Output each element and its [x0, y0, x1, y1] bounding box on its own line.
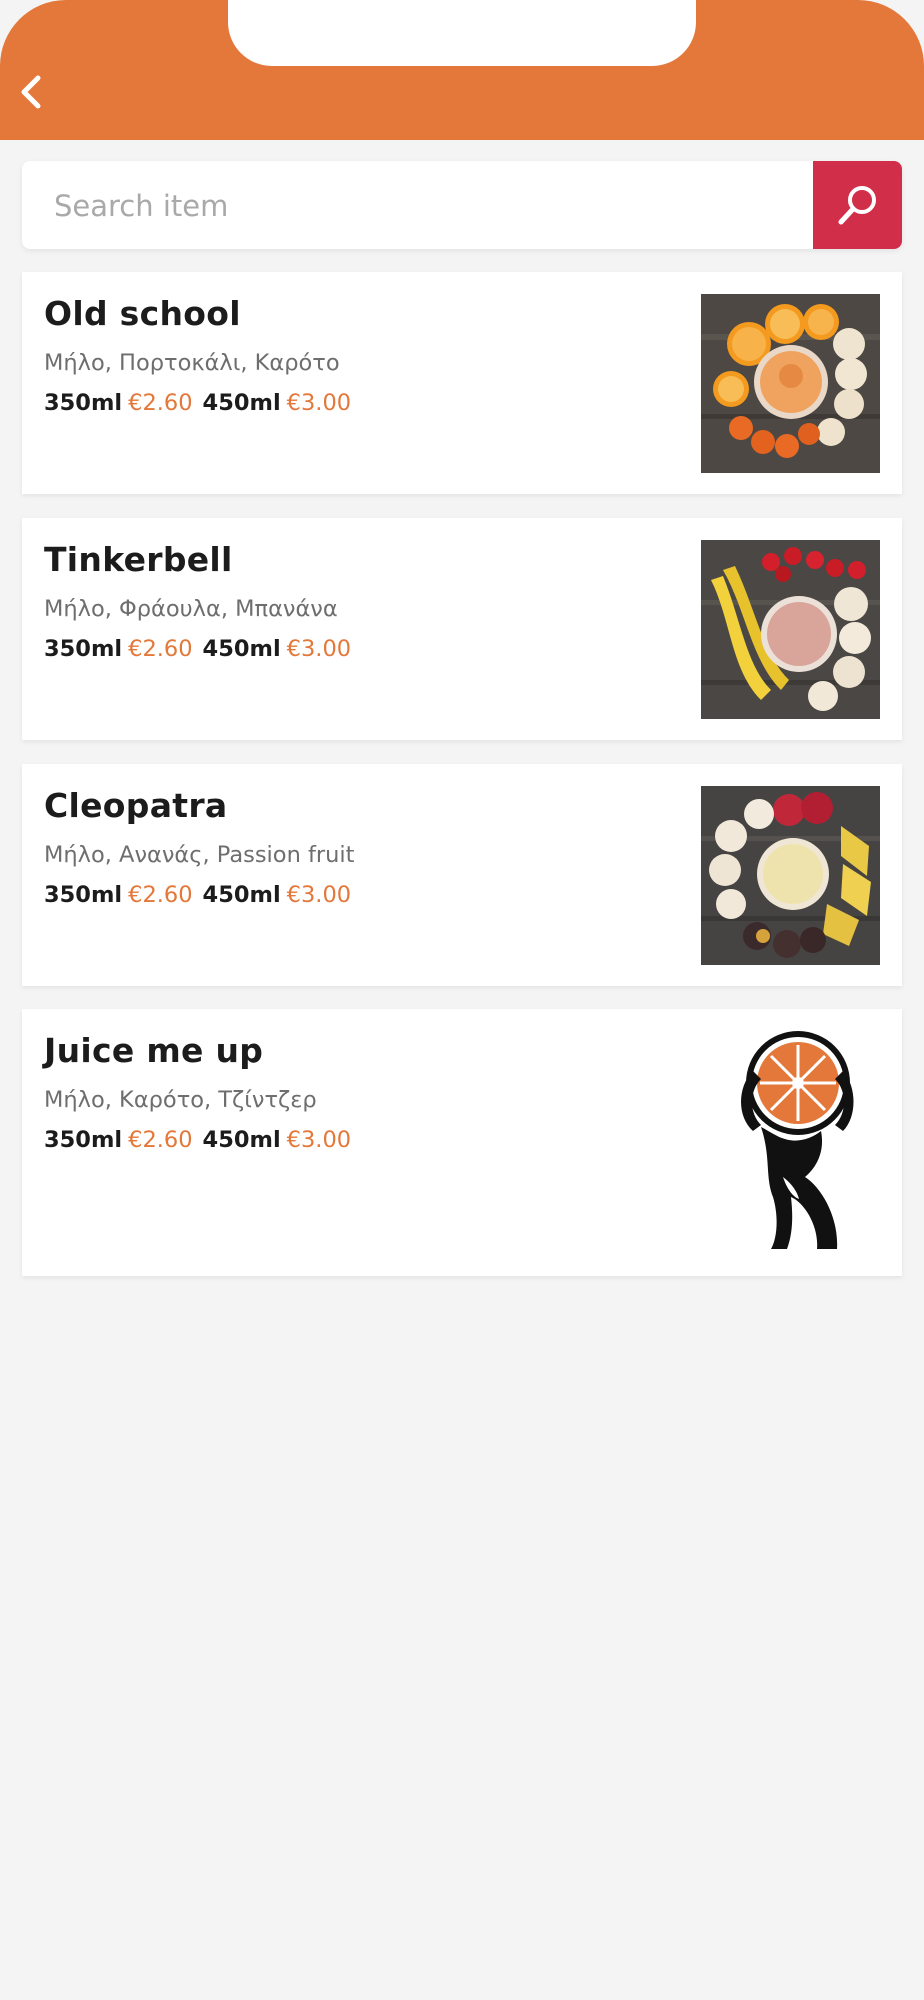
product-name: Tinkerbell	[44, 540, 233, 579]
magnifier-icon	[838, 186, 876, 225]
back-button[interactable]	[14, 72, 48, 112]
search-button[interactable]	[813, 161, 902, 249]
app-header	[0, 0, 924, 140]
size-price: €2.60	[128, 390, 193, 416]
size-price: €3.00	[286, 636, 352, 662]
search-input[interactable]	[52, 161, 826, 251]
size-label: 450ml	[202, 1127, 281, 1153]
size-label: 350ml	[44, 390, 123, 416]
product-card-old-school[interactable]: Old school Μήλο, Πορτοκάλι, Καρότο 350ml…	[22, 272, 902, 494]
size-label: 350ml	[44, 882, 123, 908]
product-ingredients: Μήλο, Φράουλα, Μπανάνα	[44, 596, 338, 622]
product-ingredients: Μήλο, Ανανάς, Passion fruit	[44, 842, 355, 868]
size-price: €3.00	[286, 1127, 352, 1153]
search-bar	[22, 161, 902, 251]
brand-logo	[701, 1027, 880, 1257]
size-price: €2.60	[128, 882, 193, 908]
product-name: Juice me up	[44, 1031, 264, 1070]
size-label: 350ml	[44, 1127, 123, 1153]
product-prices: 350ml €2.60 450ml €3.00	[44, 636, 361, 662]
size-price: €2.60	[128, 1127, 193, 1153]
product-prices: 350ml €2.60 450ml €3.00	[44, 390, 361, 416]
size-label: 350ml	[44, 636, 123, 662]
product-prices: 350ml €2.60 450ml €3.00	[44, 1127, 361, 1153]
product-image	[701, 294, 880, 473]
product-name: Cleopatra	[44, 786, 228, 825]
product-ingredients: Μήλο, Πορτοκάλι, Καρότο	[44, 350, 340, 376]
product-card-tinkerbell[interactable]: Tinkerbell Μήλο, Φράουλα, Μπανάνα 350ml €…	[22, 518, 902, 740]
size-price: €3.00	[286, 390, 352, 416]
product-ingredients: Μήλο, Καρότο, Τζίντζερ	[44, 1087, 317, 1113]
product-name: Old school	[44, 294, 241, 333]
chevron-left-icon	[21, 75, 41, 109]
product-prices: 350ml €2.60 450ml €3.00	[44, 882, 361, 908]
size-price: €2.60	[128, 636, 193, 662]
product-card-juice-me-up[interactable]: Juice me up Μήλο, Καρότο, Τζίντζερ 350ml…	[22, 1009, 902, 1276]
size-label: 450ml	[202, 390, 281, 416]
size-price: €3.00	[286, 882, 352, 908]
size-label: 450ml	[202, 882, 281, 908]
size-label: 450ml	[202, 636, 281, 662]
device-notch	[228, 0, 696, 66]
product-image	[701, 786, 880, 965]
product-card-cleopatra[interactable]: Cleopatra Μήλο, Ανανάς, Passion fruit 35…	[22, 764, 902, 986]
product-image	[701, 540, 880, 719]
